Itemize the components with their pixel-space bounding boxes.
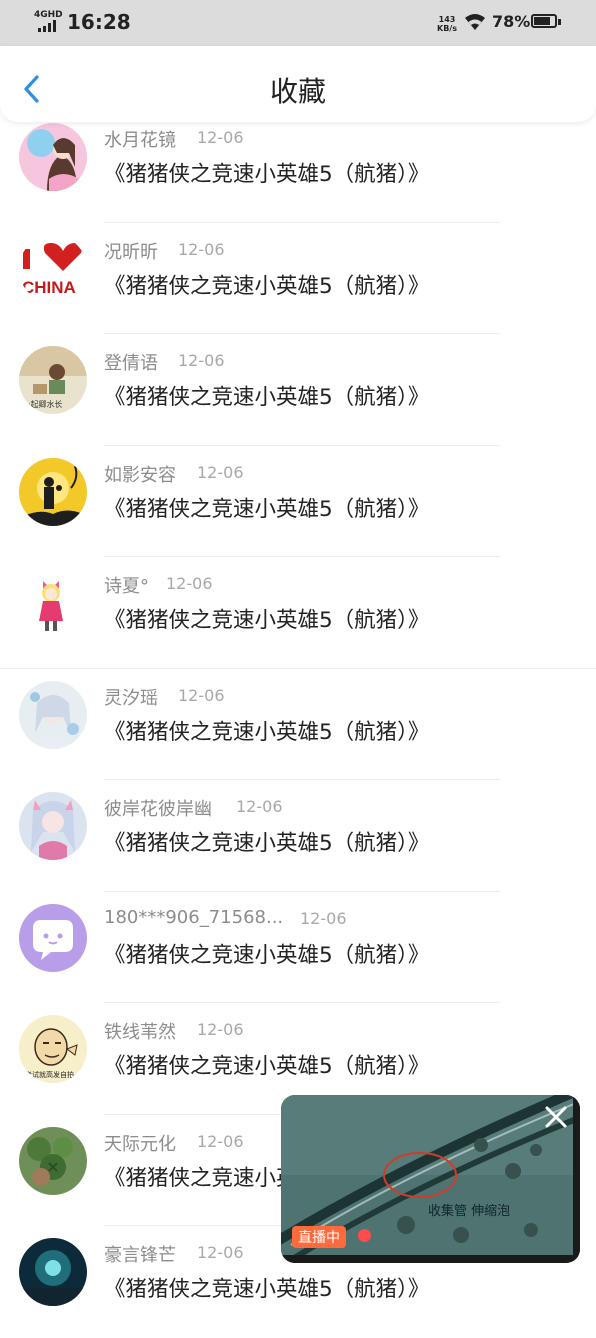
item-content: 《猪猪侠之竞速小英雄5（航猪）》: [104, 831, 430, 856]
network-type: 4GHD: [34, 10, 63, 20]
svg-text:CHINA: CHINA: [22, 278, 76, 297]
clock: 16:28: [67, 10, 131, 34]
item-content: 《猪猪侠之竞速小英雄5（航猪）》: [104, 719, 430, 745]
svg-text:考试就高发自拍: 考试就高发自拍: [25, 1070, 74, 1079]
item-date: 12-06: [197, 1243, 244, 1262]
avatar[interactable]: [19, 903, 87, 972]
list-item[interactable]: CHINA 况昕昕 12-06 《猪猪侠之竞速小英雄5（航猪）》: [0, 223, 596, 334]
status-bar: 4GHD 16:28 143 KB/s 78%: [0, 0, 596, 46]
svg-text:·起卿水长: ·起卿水长: [28, 399, 63, 409]
item-date: 12-06: [236, 797, 283, 816]
app-header: 收藏: [0, 46, 596, 122]
avatar[interactable]: [19, 569, 87, 637]
list-item[interactable]: 灵汐瑶 12-06 《猪猪侠之竞速小英雄5（航猪）》: [0, 669, 596, 780]
item-content: 《猪猪侠之竞速小英雄5（航猪）》: [104, 385, 430, 410]
list-item[interactable]: 如影安容 12-06 《猪猪侠之竞速小英雄5（航猪）》: [0, 446, 596, 557]
user-name: 况昕昕: [104, 241, 158, 263]
signal-icon: [38, 20, 56, 32]
item-date: 12-06: [300, 908, 347, 928]
net-speed-unit: KB/s: [437, 24, 457, 33]
item-content: 《猪猪侠之竞速小英雄5（航猪）》: [104, 162, 430, 187]
avatar[interactable]: ·起卿水长: [19, 346, 87, 414]
battery-percent: 78%: [492, 12, 531, 31]
list-item[interactable]: 诗夏° 12-06 《猪猪侠之竞速小英雄5（航猪）》: [0, 557, 596, 669]
battery-level: [534, 17, 550, 25]
user-name: 水月花镜: [104, 130, 176, 151]
net-speed: 143 KB/s: [437, 15, 457, 33]
list-item[interactable]: 彼岸花彼岸幽 12-06 《猪猪侠之竞速小英雄5（航猪）》: [0, 780, 596, 892]
page-title: 收藏: [269, 75, 326, 108]
user-name: 登倩语: [104, 353, 158, 374]
avatar[interactable]: 考试就高发自拍: [19, 1015, 87, 1083]
mini-live-player[interactable]: 收集管 伸缩泡 直播中: [281, 1095, 580, 1263]
net-speed-value: 143: [438, 15, 456, 24]
avatar[interactable]: [19, 457, 87, 526]
item-date: 12-06: [197, 462, 244, 482]
video-caption: 收集管 伸缩泡: [428, 1204, 511, 1219]
item-content: 《猪猪侠之竞速小英雄5（航猪）》: [104, 273, 430, 299]
list-item[interactable]: 水月花镜 12-06 《猪猪侠之竞速小英雄5（航猪）》: [0, 111, 596, 223]
list-item[interactable]: ·起卿水长 登倩语 12-06 《猪猪侠之竞速小英雄5（航猪）》: [0, 334, 596, 446]
item-content: 《猪猪侠之竞速小英雄5（航猪）》: [104, 942, 430, 968]
avatar[interactable]: [19, 680, 87, 749]
battery-icon: [531, 14, 557, 28]
user-name: 彼岸花彼岸幽: [104, 799, 212, 820]
user-name: 豪言锋芒: [104, 1245, 176, 1266]
battery-tip: [558, 19, 561, 25]
user-name: 如影安容: [104, 464, 176, 486]
user-name: 180***906_71568...: [104, 906, 284, 928]
item-content: 《猪猪侠之竞速小英雄5（航猪）》: [104, 1277, 430, 1302]
close-icon[interactable]: [542, 1103, 570, 1131]
item-date: 12-06: [197, 1020, 244, 1039]
user-name: 铁线苇然: [104, 1022, 176, 1043]
item-date: 12-06: [197, 128, 244, 147]
item-date: 12-06: [178, 351, 225, 370]
live-badge: 直播中: [292, 1226, 346, 1248]
avatar[interactable]: [19, 123, 87, 191]
avatar[interactable]: CHINA: [19, 234, 87, 303]
avatar[interactable]: [19, 792, 87, 860]
avatar[interactable]: [19, 1126, 87, 1195]
list-item[interactable]: 180***906_71568... 12-06 《猪猪侠之竞速小英雄5（航猪）…: [0, 892, 596, 1003]
item-date: 12-06: [197, 1131, 244, 1151]
item-content: 《猪猪侠之竞速小英雄5（航猪）》: [104, 608, 430, 633]
item-date: 12-06: [166, 574, 213, 593]
user-name: 灵汐瑶: [104, 687, 158, 709]
avatar[interactable]: [19, 1238, 87, 1306]
item-content: 《猪猪侠之竞速小英雄5（航猪）》: [104, 496, 430, 522]
live-indicator-dot: [358, 1229, 371, 1242]
user-name: 天际元化: [104, 1133, 176, 1155]
item-content: 《猪猪侠之竞速小英雄5（航猪）》: [104, 1054, 430, 1079]
wifi-icon: [465, 14, 485, 30]
user-name: 诗夏°: [104, 576, 149, 597]
item-date: 12-06: [178, 685, 225, 705]
item-date: 12-06: [178, 239, 225, 259]
